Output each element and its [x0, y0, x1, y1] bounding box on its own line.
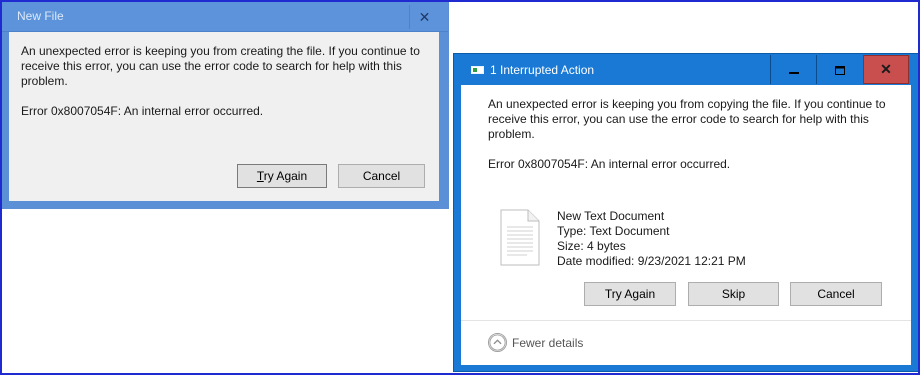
file-date-modified: Date modified: 9/23/2021 12:21 PM: [557, 254, 746, 268]
file-size: Size: 4 bytes: [557, 239, 626, 253]
cancel-button[interactable]: Cancel: [790, 282, 882, 306]
new-file-dialog: New File ✕ An unexpected error is keepin…: [0, 0, 449, 209]
dialog-title: New File: [17, 9, 64, 23]
try-again-mnemonic: T: [256, 169, 264, 183]
error-message: An unexpected error is keeping you from …: [21, 44, 420, 88]
skip-button[interactable]: Skip: [688, 282, 779, 306]
close-icon: ✕: [418, 9, 431, 25]
file-copy-icon: [471, 66, 484, 74]
dialog-body: An unexpected error is keeping you from …: [461, 85, 911, 365]
fewer-details-label: Fewer details: [512, 336, 584, 350]
title-bar: 1 Interrupted Action ✕: [454, 54, 918, 85]
maximize-icon: [834, 65, 845, 75]
dialog-title: 1 Interrupted Action: [490, 63, 595, 77]
try-again-button[interactable]: Try Again: [584, 282, 676, 306]
try-again-label: ry Again: [263, 169, 308, 183]
minimize-icon: [788, 71, 799, 74]
dialog-body: An unexpected error is keeping you from …: [9, 32, 439, 201]
error-code: Error 0x8007054F: An internal error occu…: [488, 157, 731, 171]
minimize-button[interactable]: [770, 55, 816, 84]
chevron-up-icon: [488, 333, 507, 352]
maximize-button[interactable]: [816, 55, 862, 84]
divider: [461, 320, 911, 321]
error-message: An unexpected error is keeping you from …: [488, 97, 886, 141]
title-bar: New File ✕: [1, 1, 448, 32]
text-document-icon: [500, 209, 540, 266]
close-icon: ✕: [880, 61, 892, 77]
error-code: Error 0x8007054F: An internal error occu…: [21, 104, 264, 118]
close-button[interactable]: ✕: [863, 55, 909, 84]
close-button[interactable]: ✕: [409, 5, 439, 29]
file-details: New Text Document Type: Text Document Si…: [557, 209, 746, 269]
file-type: Type: Text Document: [557, 224, 670, 238]
interrupted-action-dialog: 1 Interrupted Action ✕ An unexpected err…: [453, 53, 919, 372]
file-name: New Text Document: [557, 209, 665, 223]
try-again-button[interactable]: Try Again: [237, 164, 327, 188]
cancel-button[interactable]: Cancel: [338, 164, 425, 188]
